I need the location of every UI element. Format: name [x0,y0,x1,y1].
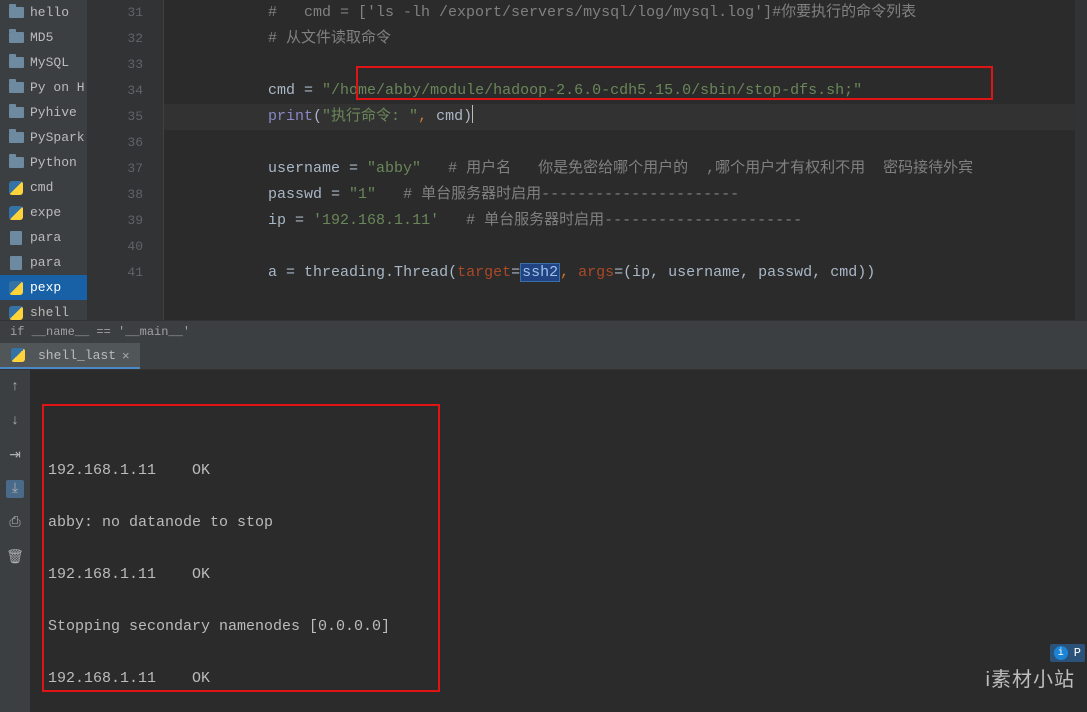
code-line: username = "abby" # 用户名 你是免密给哪个用户的 ,哪个用户… [164,156,1087,182]
sidebar-item-label: shell [30,305,69,320]
file-icon [8,256,24,270]
cursor [472,105,473,123]
console-line [48,692,1069,712]
folder-icon [8,156,24,170]
line-number: 31 [88,0,143,26]
sidebar-item-label: Pyhive [30,105,77,120]
sidebar-item-cmd[interactable]: cmd [0,175,87,200]
python-icon [10,348,26,362]
sidebar-item-expe[interactable]: expe [0,200,87,225]
code-line: a = threading.Thread(target=ssh2, args=(… [164,260,1087,286]
code-editor[interactable]: 3132333435363738394041 # cmd = ['ls -lh … [88,0,1087,320]
print-icon[interactable]: ⎙ [6,514,24,532]
line-gutter: 3132333435363738394041 [88,0,164,320]
sidebar-item-label: para [30,230,61,245]
close-icon[interactable]: × [122,349,130,362]
python-icon [8,281,24,295]
editor-marker-strip [1075,0,1087,320]
console-line [48,484,1069,510]
project-sidebar[interactable]: hello MD5 MySQL Py on H Pyhive PySpark Python c… [0,0,88,320]
run-tab-row: shell_last × [0,343,1087,370]
line-number: 41 [88,260,143,286]
file-icon [8,231,24,245]
sidebar-item-label: Py on H [30,80,85,95]
trash-icon[interactable]: 🗑 [6,548,24,566]
soft-wrap-icon[interactable]: ⇥ [6,446,24,464]
console-line: 192.168.1.11 OK [48,458,1069,484]
line-number: 37 [88,156,143,182]
sidebar-item-python[interactable]: Python [0,150,87,175]
folder-icon [8,56,24,70]
tab-label: shell_last [38,348,116,363]
code-line-current: print("执行命令: ", cmd) [164,104,1087,130]
code-line [164,234,1087,260]
sidebar-item-shell[interactable]: shell [0,300,87,320]
sidebar-item-hello[interactable]: hello [0,0,87,25]
line-number: 39 [88,208,143,234]
folder-icon [8,81,24,95]
code-line: # cmd = ['ls -lh /export/servers/mysql/l… [164,0,1087,26]
console-line [48,640,1069,666]
folder-icon [8,106,24,120]
console-line: abby: no datanode to stop [48,510,1069,536]
sidebar-item-label: pexp [30,280,61,295]
sidebar-item-label: cmd [30,180,53,195]
console-line [48,536,1069,562]
code-line: ip = '192.168.1.11' # 单台服务器时启用----------… [164,208,1087,234]
folder-icon [8,6,24,20]
info-icon: i [1054,646,1068,660]
code-area[interactable]: # cmd = ['ls -lh /export/servers/mysql/l… [164,0,1087,320]
code-line: passwd = "1" # 单台服务器时启用-----------------… [164,182,1087,208]
sidebar-item-para1[interactable]: para [0,225,87,250]
line-number: 32 [88,26,143,52]
scroll-to-end-icon[interactable]: ⤓ [6,480,24,498]
console-output[interactable]: 192.168.1.11 OK abby: no datanode to sto… [30,370,1087,712]
line-number: 33 [88,52,143,78]
sidebar-item-label: para [30,255,61,270]
sidebar-item-label: MySQL [30,55,69,70]
python-icon [8,206,24,220]
arrow-up-icon[interactable]: ↑ [6,378,24,396]
arrow-down-icon[interactable]: ↓ [6,412,24,430]
line-number: 35 [88,104,143,130]
console-toolbar: ↑ ↓ ⇥ ⤓ ⎙ 🗑 [0,370,30,712]
code-line [164,52,1087,78]
line-number: 40 [88,234,143,260]
python-icon [8,306,24,320]
breadcrumb: if __name__ == '__main__' [0,320,1087,343]
sidebar-item-label: Python [30,155,77,170]
sidebar-item-para2[interactable]: para [0,250,87,275]
folder-icon [8,31,24,45]
sidebar-item-py-on-h[interactable]: Py on H [0,75,87,100]
console-line: 192.168.1.11 OK [48,562,1069,588]
folder-icon [8,131,24,145]
console-line: 192.168.1.11 OK [48,666,1069,692]
line-number: 34 [88,78,143,104]
sidebar-item-md5[interactable]: MD5 [0,25,87,50]
python-icon [8,181,24,195]
sidebar-item-pexp[interactable]: pexp [0,275,87,300]
sidebar-item-label: PySpark [30,130,85,145]
sidebar-item-pyspark[interactable]: PySpark [0,125,87,150]
sidebar-item-mysql[interactable]: MySQL [0,50,87,75]
code-line [164,130,1087,156]
code-line: # 从文件读取命令 [164,26,1087,52]
sidebar-item-label: MD5 [30,30,53,45]
sidebar-item-pyhive[interactable]: Pyhive [0,100,87,125]
sidebar-item-label: expe [30,205,61,220]
console-line: Stopping secondary namenodes [0.0.0.0] [48,614,1069,640]
status-badge[interactable]: i P [1050,644,1085,662]
line-number: 38 [88,182,143,208]
sidebar-item-label: hello [30,5,69,20]
console-line [48,588,1069,614]
line-number: 36 [88,130,143,156]
run-tab-shell-last[interactable]: shell_last × [0,343,140,369]
code-line: cmd = "/home/abby/module/hadoop-2.6.0-cd… [164,78,1087,104]
